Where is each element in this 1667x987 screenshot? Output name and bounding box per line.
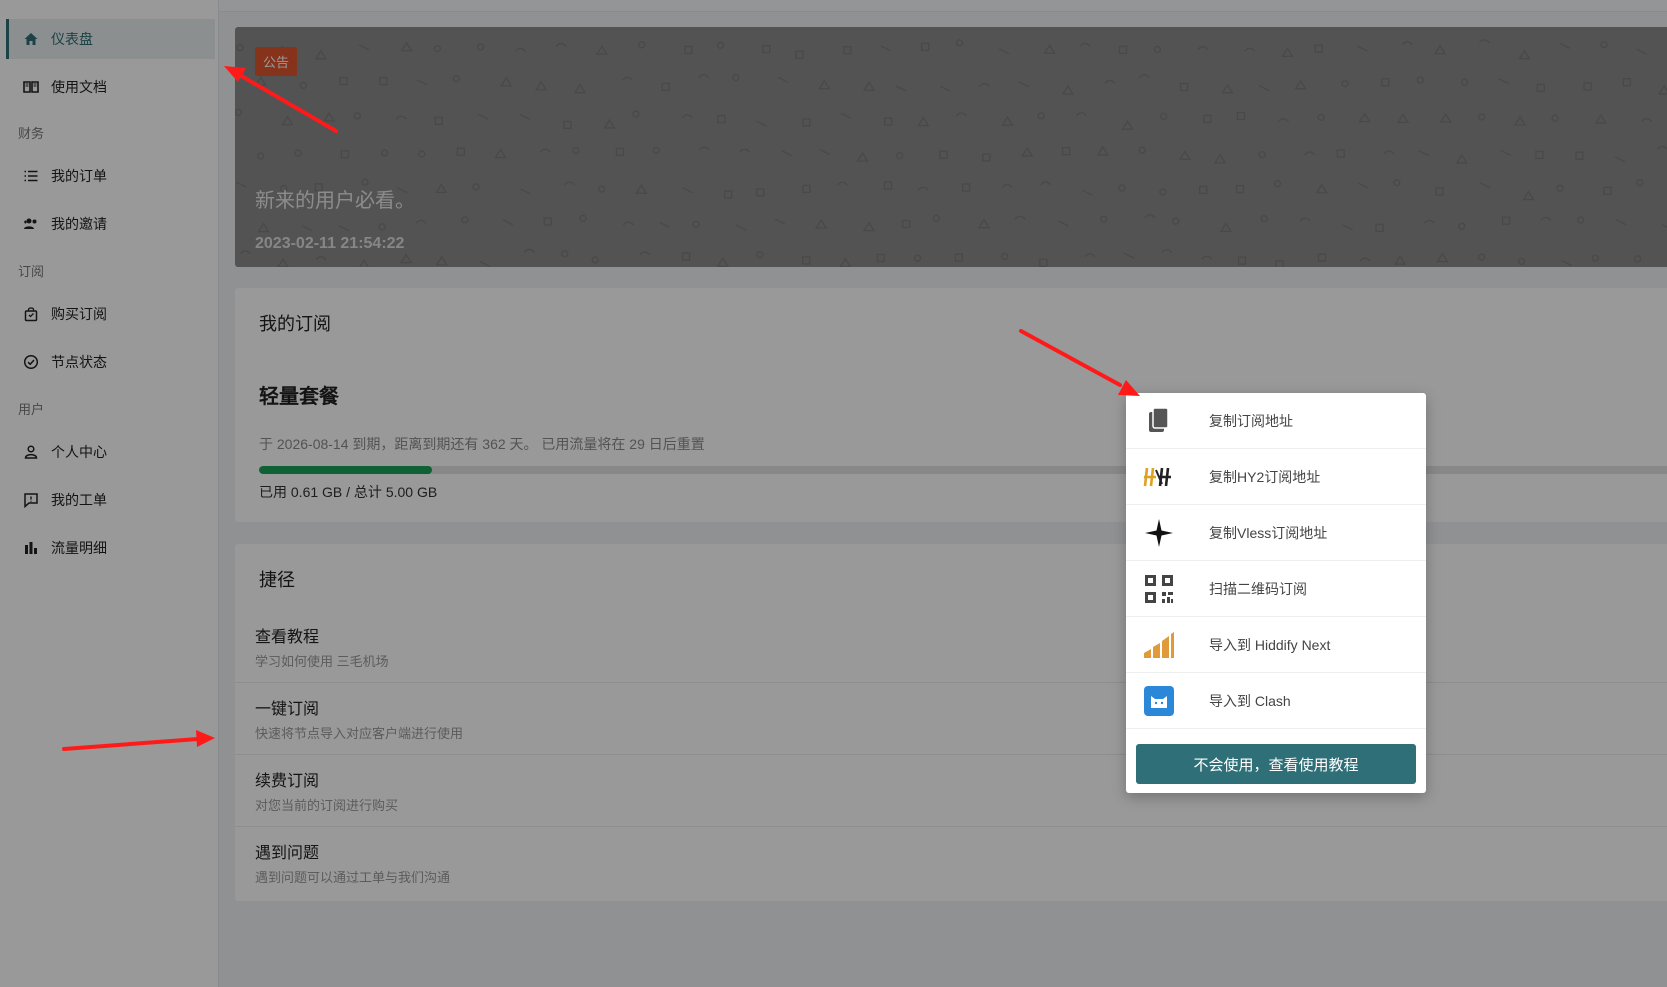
clash-cat-icon <box>1142 684 1176 718</box>
hiddify-icon <box>1142 628 1176 662</box>
menu-item-import-hiddify[interactable]: 导入到 Hiddify Next <box>1126 617 1426 673</box>
menu-item-label: 导入到 Hiddify Next <box>1209 636 1331 653</box>
menu-item-label: 复制HY2订阅地址 <box>1209 468 1321 485</box>
menu-item-copy-subscription[interactable]: 复制订阅地址 <box>1126 393 1426 449</box>
menu-item-label: 复制订阅地址 <box>1209 412 1293 429</box>
qrcode-icon <box>1142 572 1176 606</box>
subscribe-menu: 复制订阅地址 复制HY2订阅地址 复制Vless订阅地址 扫描二维码订阅 导入到… <box>1126 393 1426 793</box>
menu-item-label: 复制Vless订阅地址 <box>1209 524 1328 541</box>
copy-icon <box>1142 404 1176 438</box>
menu-item-label: 导入到 Clash <box>1209 692 1291 709</box>
menu-item-scan-qrcode[interactable]: 扫描二维码订阅 <box>1126 561 1426 617</box>
menu-item-import-clash[interactable]: 导入到 Clash <box>1126 673 1426 729</box>
menu-item-label: 扫描二维码订阅 <box>1209 580 1307 597</box>
vless-star-icon <box>1142 516 1176 550</box>
hy2-icon <box>1142 460 1176 494</box>
menu-item-copy-vless[interactable]: 复制Vless订阅地址 <box>1126 505 1426 561</box>
view-tutorial-button[interactable]: 不会使用，查看使用教程 <box>1136 744 1416 784</box>
menu-item-copy-hy2[interactable]: 复制HY2订阅地址 <box>1126 449 1426 505</box>
